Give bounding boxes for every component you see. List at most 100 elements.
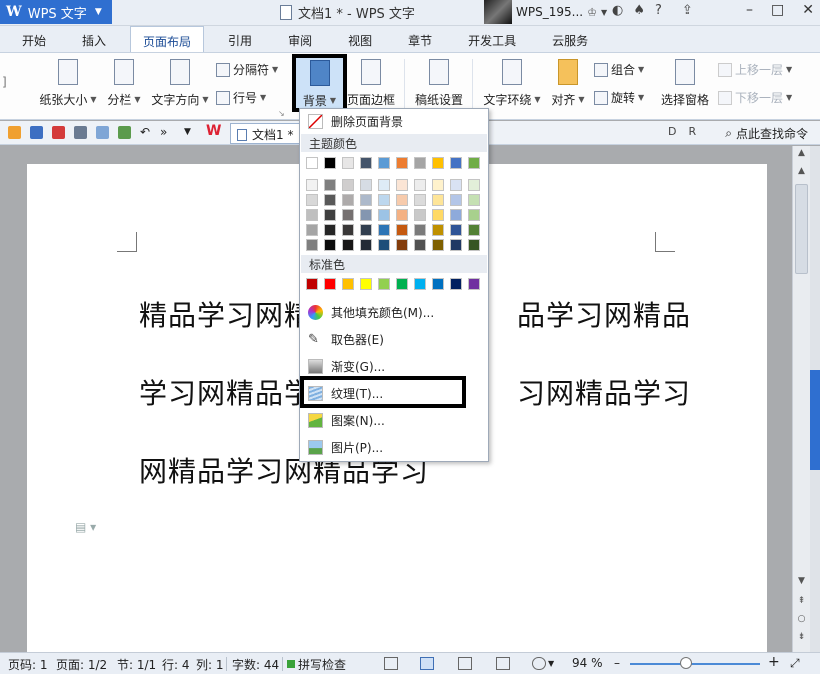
- theme-shade-swatch[interactable]: [306, 194, 318, 206]
- scroll-down-icon[interactable]: ▼: [793, 576, 810, 590]
- eyedropper-item[interactable]: ✎ 取色器(E): [300, 327, 488, 351]
- standard-color-swatch[interactable]: [468, 278, 480, 290]
- line-numbers-button[interactable]: 行号 ▼: [216, 89, 266, 106]
- tab-4[interactable]: 审阅: [276, 26, 324, 52]
- image-icon[interactable]: [118, 126, 131, 139]
- previous-page-icon[interactable]: ⇞: [793, 596, 810, 610]
- text-wrap-button[interactable]: 文字环绕 ▼: [482, 59, 542, 108]
- help-icon[interactable]: ?: [655, 3, 662, 18]
- background-button[interactable]: 背景 ▼: [292, 54, 347, 112]
- page-count[interactable]: 页面: 1/2: [56, 656, 107, 673]
- theme-shade-swatch[interactable]: [450, 179, 462, 191]
- web-view-icon[interactable]: [496, 657, 510, 670]
- theme-shade-swatch[interactable]: [414, 239, 426, 251]
- scroll-up-icon[interactable]: ▲: [793, 148, 810, 162]
- maximize-icon[interactable]: □: [771, 2, 784, 18]
- tab-5[interactable]: 视图: [336, 26, 384, 52]
- undo-icon[interactable]: ↶: [140, 125, 150, 139]
- theme-shade-swatch[interactable]: [324, 239, 336, 251]
- tab-7[interactable]: 开发工具: [456, 26, 528, 52]
- app-menu-button[interactable]: W WPS 文字 ▼: [0, 0, 112, 24]
- theme-shade-swatch[interactable]: [378, 239, 390, 251]
- theme-color-swatch[interactable]: [360, 157, 372, 169]
- document-tab[interactable]: 文档1 *: [230, 123, 303, 144]
- paper-size-button[interactable]: 纸张大小 ▼: [38, 59, 98, 108]
- theme-shade-swatch[interactable]: [324, 224, 336, 236]
- standard-color-swatch[interactable]: [396, 278, 408, 290]
- theme-color-swatch[interactable]: [432, 157, 444, 169]
- scroll-up-icon[interactable]: ▲: [793, 166, 810, 180]
- column-info[interactable]: 列: 1: [196, 656, 224, 673]
- export-pdf-icon[interactable]: [52, 126, 65, 139]
- chevron-down-icon[interactable]: ▼: [601, 8, 607, 17]
- standard-color-swatch[interactable]: [414, 278, 426, 290]
- theme-color-swatch[interactable]: [306, 157, 318, 169]
- theme-shade-swatch[interactable]: [378, 209, 390, 221]
- picture-item[interactable]: 图片(P)...: [300, 435, 488, 459]
- theme-shade-swatch[interactable]: [432, 179, 444, 191]
- next-page-icon[interactable]: ⇟: [793, 632, 810, 646]
- row-info[interactable]: 行: 4: [162, 656, 190, 673]
- theme-shade-swatch[interactable]: [414, 179, 426, 191]
- remove-background-item[interactable]: 删除页面背景: [300, 109, 488, 133]
- share-icon[interactable]: ⇪: [682, 3, 693, 18]
- eye-protection-icon[interactable]: [532, 657, 546, 670]
- word-count[interactable]: 字数: 44: [232, 656, 279, 673]
- theme-shade-swatch[interactable]: [450, 194, 462, 206]
- side-panel-toggle[interactable]: [810, 370, 820, 470]
- tab-8[interactable]: 云服务: [540, 26, 600, 52]
- save-icon[interactable]: [30, 126, 43, 139]
- theme-shade-swatch[interactable]: [468, 194, 480, 206]
- theme-shade-swatch[interactable]: [432, 239, 444, 251]
- theme-shade-swatch[interactable]: [342, 239, 354, 251]
- rotate-button[interactable]: 旋转 ▼: [594, 89, 644, 106]
- fullscreen-icon[interactable]: [384, 657, 398, 670]
- theme-color-swatch[interactable]: [450, 157, 462, 169]
- theme-shade-swatch[interactable]: [432, 194, 444, 206]
- print-icon[interactable]: [74, 126, 87, 139]
- theme-shade-swatch[interactable]: [450, 224, 462, 236]
- standard-color-swatch[interactable]: [432, 278, 444, 290]
- theme-shade-swatch[interactable]: [342, 194, 354, 206]
- theme-color-swatch[interactable]: [378, 157, 390, 169]
- tool-r-icon[interactable]: R: [688, 125, 696, 138]
- zoom-slider[interactable]: [630, 663, 760, 665]
- theme-shade-swatch[interactable]: [414, 209, 426, 221]
- theme-shade-swatch[interactable]: [396, 224, 408, 236]
- theme-shade-swatch[interactable]: [396, 239, 408, 251]
- theme-shade-swatch[interactable]: [306, 209, 318, 221]
- skin-icon[interactable]: ◐: [612, 3, 623, 18]
- bring-forward-button[interactable]: 上移一层 ▼: [718, 61, 792, 78]
- theme-shade-swatch[interactable]: [450, 239, 462, 251]
- theme-shade-swatch[interactable]: [468, 179, 480, 191]
- tab-6[interactable]: 章节: [396, 26, 444, 52]
- theme-shade-swatch[interactable]: [414, 224, 426, 236]
- zoom-slider-thumb[interactable]: [679, 657, 692, 669]
- theme-shade-swatch[interactable]: [468, 224, 480, 236]
- theme-color-swatch[interactable]: [342, 157, 354, 169]
- theme-shade-swatch[interactable]: [306, 239, 318, 251]
- align-button[interactable]: 对齐 ▼: [550, 59, 586, 108]
- theme-shade-swatch[interactable]: [342, 179, 354, 191]
- spell-check[interactable]: 拼写检查: [298, 656, 346, 673]
- standard-color-swatch[interactable]: [342, 278, 354, 290]
- theme-shade-swatch[interactable]: [360, 224, 372, 236]
- theme-shade-swatch[interactable]: [396, 179, 408, 191]
- theme-shade-swatch[interactable]: [342, 224, 354, 236]
- theme-shade-swatch[interactable]: [432, 224, 444, 236]
- standard-color-swatch[interactable]: [324, 278, 336, 290]
- zoom-level[interactable]: 94 %: [572, 656, 603, 670]
- grid-paper-button[interactable]: 稿纸设置: [414, 59, 464, 108]
- tshirt-icon[interactable]: ♠: [633, 3, 645, 18]
- theme-shade-swatch[interactable]: [306, 224, 318, 236]
- page-number[interactable]: 页码: 1: [8, 656, 48, 673]
- theme-shade-swatch[interactable]: [360, 179, 372, 191]
- page-border-button[interactable]: 页面边框: [347, 59, 395, 108]
- theme-shade-swatch[interactable]: [378, 224, 390, 236]
- theme-color-swatch[interactable]: [324, 157, 336, 169]
- theme-shade-swatch[interactable]: [432, 209, 444, 221]
- theme-shade-swatch[interactable]: [468, 209, 480, 221]
- standard-color-swatch[interactable]: [378, 278, 390, 290]
- text-direction-button[interactable]: 文字方向 ▼: [150, 59, 210, 108]
- theme-shade-swatch[interactable]: [468, 239, 480, 251]
